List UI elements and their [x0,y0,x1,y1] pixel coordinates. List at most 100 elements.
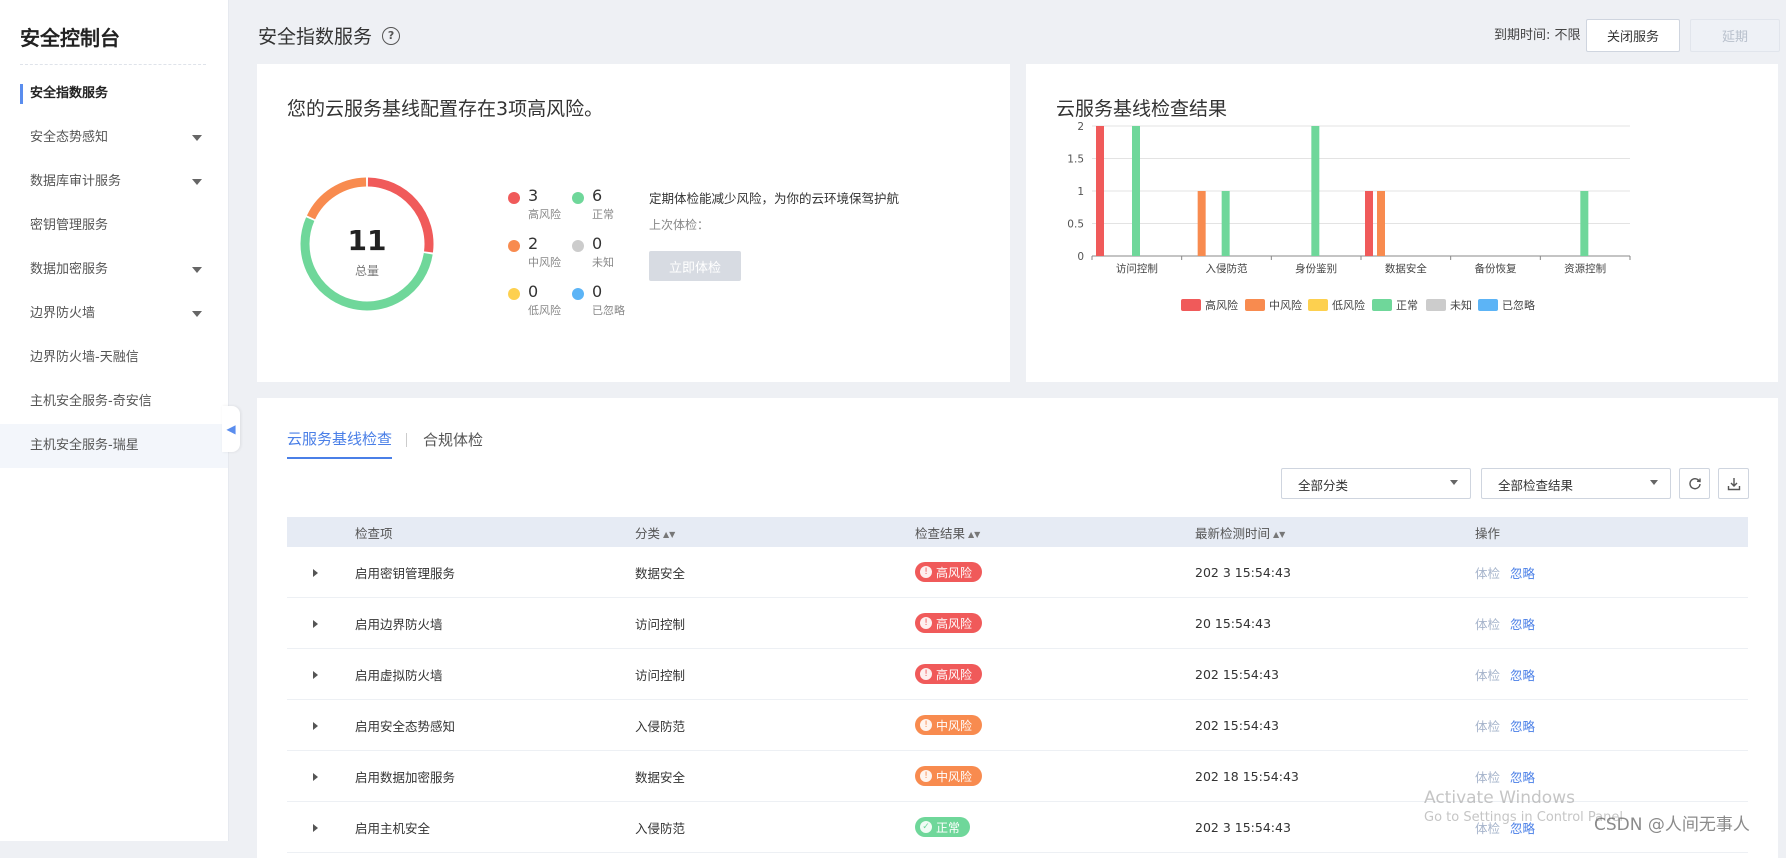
detect-link[interactable]: 体检 [1475,719,1500,734]
last-check: 上次体检： [649,218,710,232]
legend-label[interactable]: 高风险 [1205,298,1238,312]
expand-cell[interactable] [287,597,355,649]
bar[interactable] [1197,191,1206,256]
expire-time: 到期时间: 不限 [1494,28,1581,43]
sidebar-item[interactable]: 边界防火墙-天融信 [0,336,228,380]
caret-right-icon[interactable] [313,619,318,628]
bar[interactable] [1377,191,1385,256]
status-icon: ! [920,617,932,629]
status-badge-label: 高风险 [936,616,973,631]
caret-right-icon[interactable] [313,772,318,781]
sort-icon[interactable]: ▲▼ [1273,530,1285,539]
bar[interactable] [1311,126,1320,256]
column-time[interactable]: 最新检测时间 ▲▼ [1195,517,1475,547]
status-badge: ! 高风险 [915,562,983,582]
table-row[interactable]: 启用虚拟防火墙 访问控制! 高风险 202 15:54:43 体检 忽略 [287,648,1748,700]
expand-cell[interactable] [287,547,355,598]
caret-right-icon[interactable] [313,823,318,832]
category-cell: 访问控制 [635,597,915,649]
sidebar-item[interactable]: 密钥管理服务 [0,204,228,248]
caret-right-icon[interactable] [313,568,318,577]
baseline-bar-chart: 0 0.5 1 1.5 2 访问控制 入侵防范 身份鉴别 数据安全 备份恢复 资源控制高风险 中风险 低… [1067,121,1631,312]
table-row[interactable]: 启用密钥管理服务 数据安全! 高风险 202 3 15:54:43 体检 忽略 [287,547,1748,598]
chevron-down-icon [192,311,202,317]
legend-swatch[interactable] [1245,299,1265,311]
ignore-link[interactable]: 忽略 [1510,566,1535,581]
legend-label[interactable]: 低风险 [1332,298,1365,312]
legend-label[interactable]: 未知 [1450,298,1472,312]
ignore-link[interactable]: 忽略 [1510,617,1535,632]
expand-cell[interactable] [287,801,355,853]
column-result[interactable]: 检查结果 ▲▼ [915,517,1195,547]
bar[interactable] [1365,191,1373,256]
help-icon[interactable]: ? [382,26,401,45]
sort-icon[interactable]: ▲▼ [968,530,980,539]
legend-swatch[interactable] [1308,299,1328,311]
status-badge: ! 高风险 [915,664,983,684]
sidebar-item[interactable]: 安全指数服务 [0,72,228,116]
detect-link[interactable]: 体检 [1475,566,1500,581]
ignore-link[interactable]: 忽略 [1510,770,1535,785]
renew-button[interactable]: 延期 [1690,19,1780,52]
close-service-button[interactable]: 关闭服务 [1586,19,1680,52]
detect-link[interactable]: 体检 [1475,668,1500,683]
legend-label[interactable]: 正常 [1396,299,1418,312]
status-badge-label: 正常 [936,820,961,835]
result-cell: ! 高风险 [915,648,1195,700]
export-button[interactable] [1718,468,1749,499]
sidebar-item-label: 数据加密服务 [30,262,109,277]
bar[interactable] [1221,191,1230,256]
category-select-value: 全部分类 [1298,478,1349,493]
result-select[interactable]: 全部检查结果 [1481,468,1671,499]
category-select[interactable]: 全部分类 [1281,468,1471,499]
table-row[interactable]: 启用边界防火墙 访问控制! 高风险 20 15:54:43 体检 忽略 [287,597,1748,649]
stat-label: 中风险 [528,256,561,269]
sort-icon[interactable]: ▲▼ [663,530,675,539]
sidebar-collapse-button[interactable]: ◀ [222,406,240,452]
bar[interactable] [1096,126,1104,256]
expand-cell[interactable] [287,648,355,700]
status-dot-icon [508,240,520,252]
y-tick-label: 0 [1077,251,1084,263]
expand-cell[interactable] [287,699,355,751]
column-label: 操作 [1475,525,1501,541]
legend-swatch[interactable] [1372,299,1392,311]
sidebar-item[interactable]: 数据加密服务 [0,248,228,292]
column-category[interactable]: 分类 ▲▼ [635,517,915,547]
sidebar-item[interactable]: 主机安全服务-奇安信 [0,380,228,424]
sidebar-item[interactable]: 安全态势感知 [0,116,228,160]
legend-swatch[interactable] [1181,299,1201,311]
stat-label: 未知 [592,256,614,269]
ignore-link[interactable]: 忽略 [1510,668,1535,683]
detect-link[interactable]: 体检 [1475,617,1500,632]
expand-cell[interactable] [287,750,355,802]
table-row[interactable]: 启用安全态势感知 入侵防范! 中风险 202 15:54:43 体检 忽略 [287,699,1748,751]
tab-compliance-check[interactable]: 合规体检 [423,429,483,458]
chevron-down-icon [1650,480,1658,485]
refresh-button[interactable] [1679,468,1710,499]
legend-swatch[interactable] [1478,299,1498,311]
legend-swatch[interactable] [1426,299,1446,311]
status-icon: ! [920,566,932,578]
legend-label[interactable]: 中风险 [1269,298,1302,312]
tab-baseline-check[interactable]: 云服务基线检查 [287,428,393,459]
caret-right-icon[interactable] [313,670,318,679]
ignore-link[interactable]: 忽略 [1510,719,1535,734]
status-badge-label: 高风险 [936,667,973,682]
result-cell: ! 高风险 [915,597,1195,649]
caret-right-icon[interactable] [313,721,318,730]
check-now-button[interactable]: 立即体检 [649,251,741,281]
sidebar-item[interactable]: 数据库审计服务 [0,160,228,204]
check-item-cell: 启用密钥管理服务 [355,547,635,598]
sidebar-item[interactable]: 边界防火墙 [0,292,228,336]
x-tick-label: 访问控制 [1116,262,1158,275]
status-badge-label: 高风险 [936,565,973,580]
bar[interactable] [1580,191,1589,256]
bar[interactable] [1132,126,1140,256]
status-dot-icon [572,288,584,300]
category-cell: 数据安全 [635,750,915,802]
detect-link[interactable]: 体检 [1475,770,1500,785]
sidebar-item[interactable]: 主机安全服务-瑞星 [0,424,228,468]
stat-count: 3 [528,186,539,205]
legend-label[interactable]: 已忽略 [1502,298,1535,312]
